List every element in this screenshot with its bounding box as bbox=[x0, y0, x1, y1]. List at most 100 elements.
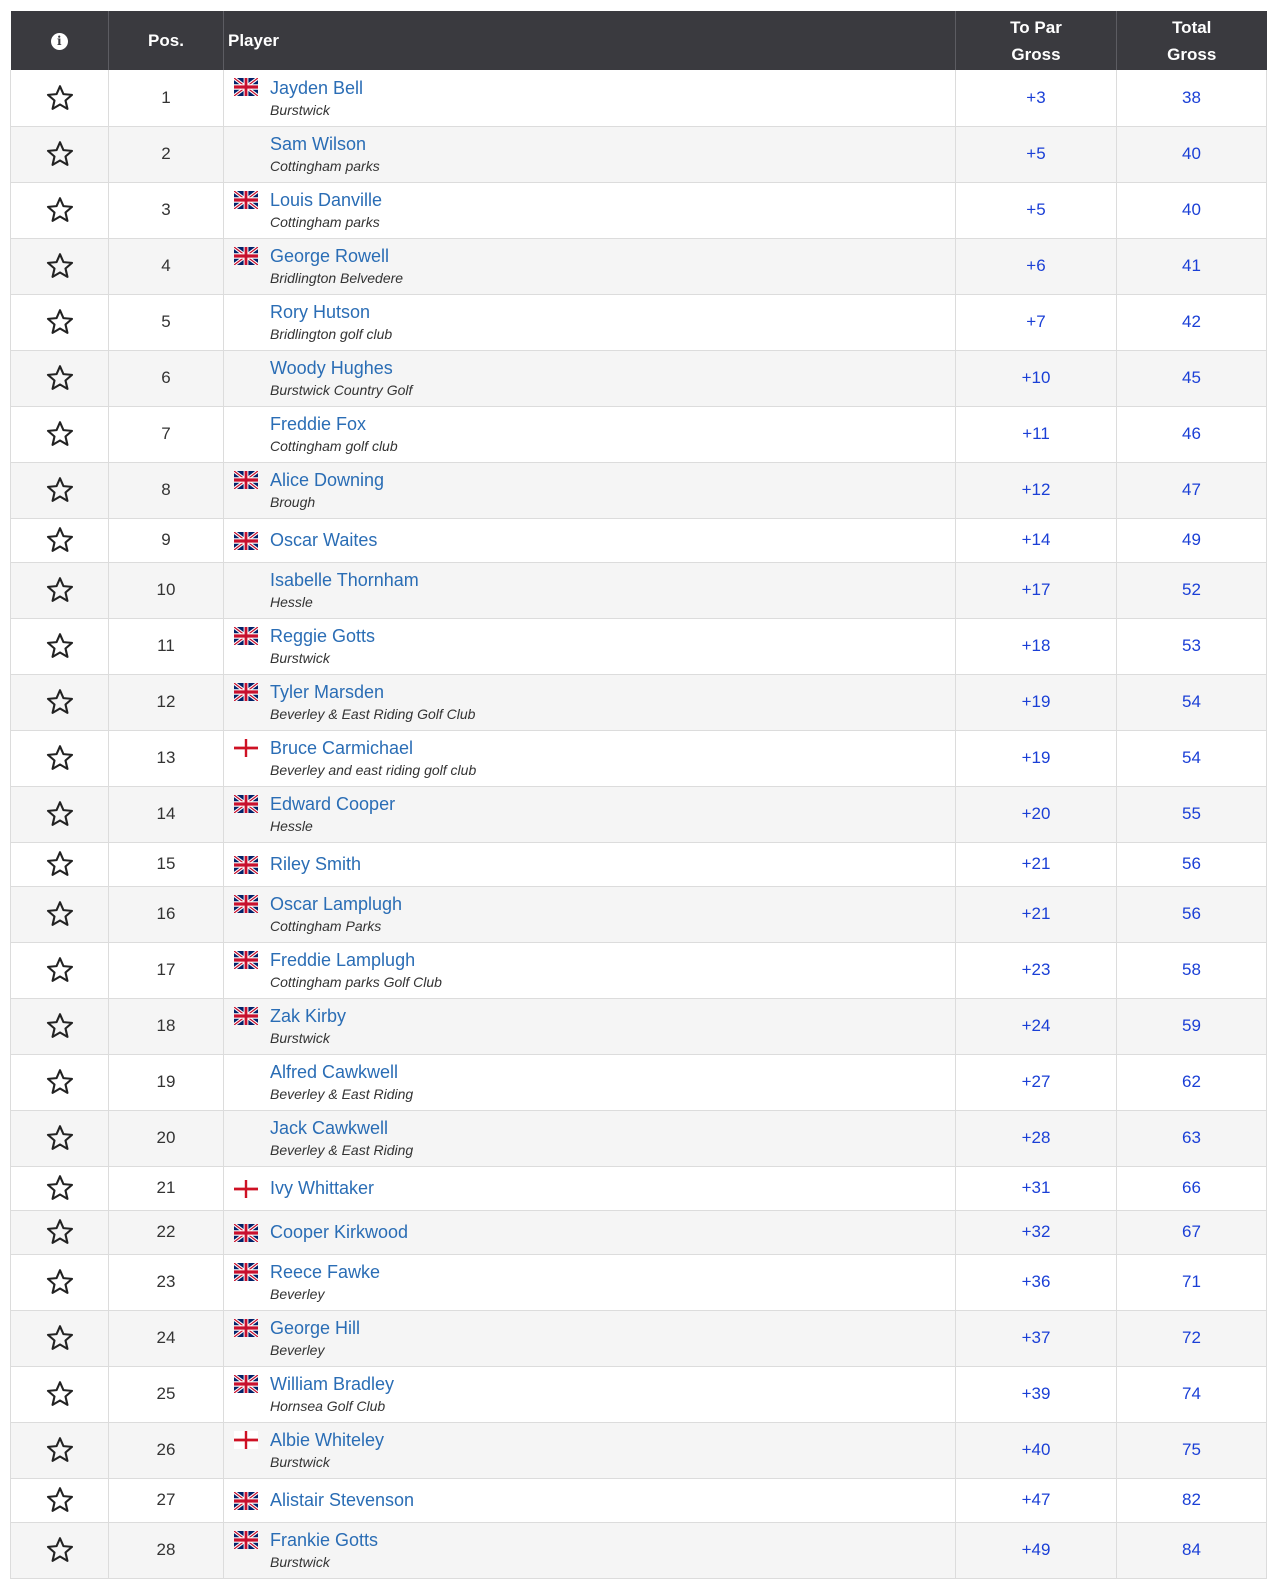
player-name-link[interactable]: Edward Cooper bbox=[270, 793, 955, 815]
table-row[interactable]: 5 Rory Hutson Bridlington golf club +7 42 bbox=[10, 294, 1267, 351]
player-name-link[interactable]: Woody Hughes bbox=[270, 357, 955, 379]
favorite-cell[interactable] bbox=[10, 1110, 109, 1167]
star-icon[interactable] bbox=[45, 1219, 75, 1244]
favorite-cell[interactable] bbox=[10, 462, 109, 519]
player-name-link[interactable]: Jack Cawkwell bbox=[270, 1117, 955, 1139]
star-icon[interactable] bbox=[45, 1125, 75, 1150]
player-name-link[interactable]: Frankie Gotts bbox=[270, 1529, 955, 1551]
table-row[interactable]: 17 Freddie Lamplugh Cottingham parks Golf … bbox=[10, 942, 1267, 999]
total-gross-header[interactable]: Total Gross bbox=[1116, 11, 1267, 70]
player-name-link[interactable]: Ivy Whittaker bbox=[270, 1177, 955, 1199]
player-name-link[interactable]: Alice Downing bbox=[270, 469, 955, 491]
player-header[interactable]: Player bbox=[223, 11, 956, 70]
favorite-cell[interactable] bbox=[10, 1522, 109, 1579]
star-icon[interactable] bbox=[45, 1537, 75, 1562]
star-icon[interactable] bbox=[45, 1437, 75, 1462]
player-name-link[interactable]: George Hill bbox=[270, 1317, 955, 1339]
star-icon[interactable] bbox=[45, 141, 75, 166]
player-name-link[interactable]: George Rowell bbox=[270, 245, 955, 267]
star-icon[interactable] bbox=[45, 851, 75, 876]
star-icon[interactable] bbox=[45, 365, 75, 390]
player-name-link[interactable]: Oscar Lamplugh bbox=[270, 893, 955, 915]
table-row[interactable]: 16 Oscar Lamplugh Cottingham Parks +21 56 bbox=[10, 886, 1267, 943]
star-icon[interactable] bbox=[45, 957, 75, 982]
star-icon[interactable] bbox=[45, 1487, 75, 1512]
player-name-link[interactable]: Alfred Cawkwell bbox=[270, 1061, 955, 1083]
player-name-link[interactable]: Reece Fawke bbox=[270, 1261, 955, 1283]
table-row[interactable]: 10 Isabelle Thornham Hessle +17 52 bbox=[10, 562, 1267, 619]
favorite-cell[interactable] bbox=[10, 562, 109, 619]
star-icon[interactable] bbox=[45, 421, 75, 446]
player-name-link[interactable]: Louis Danville bbox=[270, 189, 955, 211]
table-row[interactable]: 22 Cooper Kirkwood +32 67 bbox=[10, 1210, 1267, 1255]
favorite-cell[interactable] bbox=[10, 518, 109, 563]
star-icon[interactable] bbox=[45, 1381, 75, 1406]
favorite-cell[interactable] bbox=[10, 998, 109, 1055]
player-name-link[interactable]: Freddie Fox bbox=[270, 413, 955, 435]
table-row[interactable]: 12 Tyler Marsden Beverley & East Riding Go… bbox=[10, 674, 1267, 731]
table-row[interactable]: 23 Reece Fawke Beverley +36 71 bbox=[10, 1254, 1267, 1311]
star-icon[interactable] bbox=[45, 1269, 75, 1294]
player-name-link[interactable]: Freddie Lamplugh bbox=[270, 949, 955, 971]
star-icon[interactable] bbox=[45, 689, 75, 714]
to-par-gross-header[interactable]: To Par Gross bbox=[955, 11, 1117, 70]
favorite-cell[interactable] bbox=[10, 942, 109, 999]
star-icon[interactable] bbox=[45, 477, 75, 502]
star-icon[interactable] bbox=[45, 197, 75, 222]
favorite-cell[interactable] bbox=[10, 886, 109, 943]
star-icon[interactable] bbox=[45, 801, 75, 826]
table-row[interactable]: 2 Sam Wilson Cottingham parks +5 40 bbox=[10, 126, 1267, 183]
table-row[interactable]: 11 Reggie Gotts Burstwick +18 53 bbox=[10, 618, 1267, 675]
player-name-link[interactable]: Reggie Gotts bbox=[270, 625, 955, 647]
table-row[interactable]: 24 George Hill Beverley +37 72 bbox=[10, 1310, 1267, 1367]
table-row[interactable]: 3 Louis Danville Cottingham parks +5 40 bbox=[10, 182, 1267, 239]
favorite-cell[interactable] bbox=[10, 786, 109, 843]
favorite-cell[interactable] bbox=[10, 1310, 109, 1367]
favorite-cell[interactable] bbox=[10, 126, 109, 183]
player-name-link[interactable]: Sam Wilson bbox=[270, 133, 955, 155]
favorite-cell[interactable] bbox=[10, 674, 109, 731]
star-icon[interactable] bbox=[45, 1325, 75, 1350]
table-row[interactable]: 8 Alice Downing Brough +12 47 bbox=[10, 462, 1267, 519]
favorite-cell[interactable] bbox=[10, 1210, 109, 1255]
star-icon[interactable] bbox=[45, 1013, 75, 1038]
table-row[interactable]: 9 Oscar Waites +14 49 bbox=[10, 518, 1267, 563]
star-icon[interactable] bbox=[45, 745, 75, 770]
table-row[interactable]: 20 Jack Cawkwell Beverley & East Riding +28… bbox=[10, 1110, 1267, 1167]
table-row[interactable]: 18 Zak Kirby Burstwick +24 59 bbox=[10, 998, 1267, 1055]
favorite-cell[interactable] bbox=[10, 294, 109, 351]
favorite-cell[interactable] bbox=[10, 406, 109, 463]
player-name-link[interactable]: Bruce Carmichael bbox=[270, 737, 955, 759]
favorite-cell[interactable] bbox=[10, 842, 109, 887]
player-name-link[interactable]: Alistair Stevenson bbox=[270, 1489, 955, 1511]
table-row[interactable]: 21 Ivy Whittaker +31 66 bbox=[10, 1166, 1267, 1211]
star-icon[interactable] bbox=[45, 633, 75, 658]
star-icon[interactable] bbox=[45, 253, 75, 278]
table-row[interactable]: 6 Woody Hughes Burstwick Country Golf +10 45 bbox=[10, 350, 1267, 407]
favorite-cell[interactable] bbox=[10, 1054, 109, 1111]
player-name-link[interactable]: Tyler Marsden bbox=[270, 681, 955, 703]
table-row[interactable]: 15 Riley Smith +21 56 bbox=[10, 842, 1267, 887]
player-name-link[interactable]: Rory Hutson bbox=[270, 301, 955, 323]
star-icon[interactable] bbox=[45, 577, 75, 602]
star-icon[interactable] bbox=[45, 901, 75, 926]
star-icon[interactable] bbox=[45, 1175, 75, 1200]
player-name-link[interactable]: Oscar Waites bbox=[270, 529, 955, 551]
info-header[interactable]: i bbox=[10, 11, 109, 70]
info-icon[interactable]: i bbox=[50, 33, 68, 51]
player-name-link[interactable]: Isabelle Thornham bbox=[270, 569, 955, 591]
favorite-cell[interactable] bbox=[10, 238, 109, 295]
favorite-cell[interactable] bbox=[10, 350, 109, 407]
favorite-cell[interactable] bbox=[10, 1254, 109, 1311]
table-row[interactable]: 19 Alfred Cawkwell Beverley & East Riding +… bbox=[10, 1054, 1267, 1111]
star-icon[interactable] bbox=[45, 1069, 75, 1094]
star-icon[interactable] bbox=[45, 309, 75, 334]
player-name-link[interactable]: Albie Whiteley bbox=[270, 1429, 955, 1451]
favorite-cell[interactable] bbox=[10, 182, 109, 239]
favorite-cell[interactable] bbox=[10, 730, 109, 787]
favorite-cell[interactable] bbox=[10, 1166, 109, 1211]
table-row[interactable]: 25 William Bradley Hornsea Golf Club +39 74 bbox=[10, 1366, 1267, 1423]
table-row[interactable]: 7 Freddie Fox Cottingham golf club +11 46 bbox=[10, 406, 1267, 463]
pos-header[interactable]: Pos. bbox=[108, 11, 224, 70]
favorite-cell[interactable] bbox=[10, 618, 109, 675]
